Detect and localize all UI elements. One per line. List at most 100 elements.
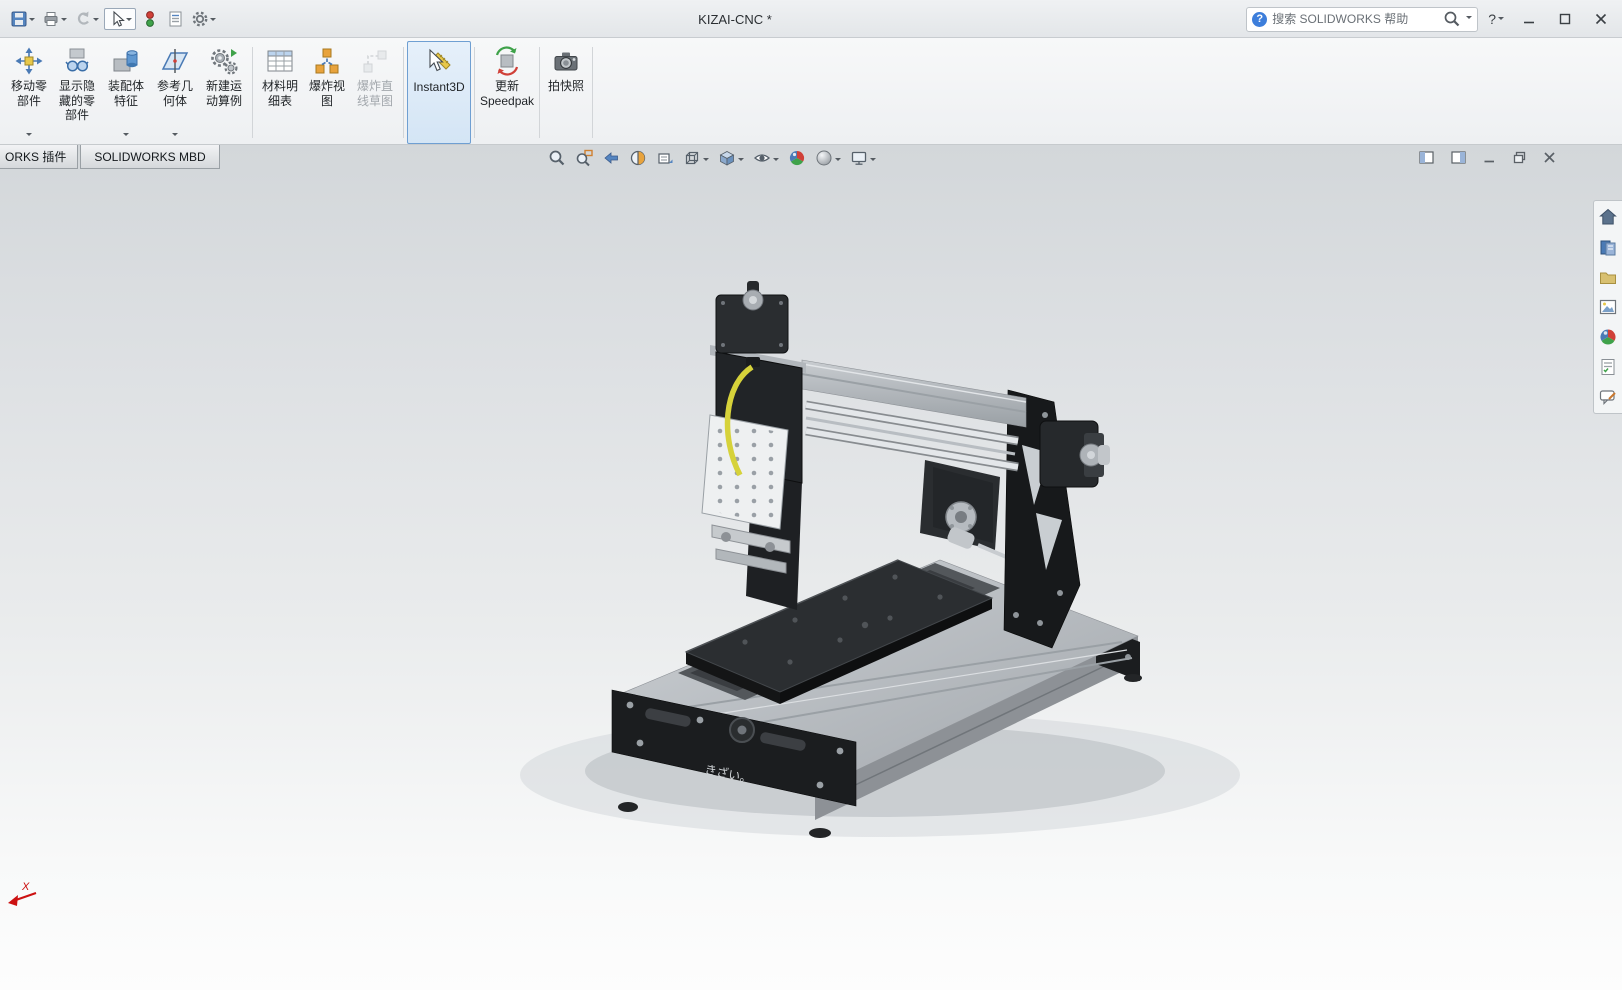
chevron-down-icon[interactable] <box>703 158 709 164</box>
ribbon-button-bill-of-materials[interactable]: 材料明细表 <box>256 41 304 144</box>
hide-show-items-button[interactable] <box>753 149 779 167</box>
tab-label: ORKS 插件 <box>5 148 66 165</box>
help-search-input[interactable] <box>1272 12 1438 26</box>
dynamic-annotation-views-button[interactable] <box>656 149 674 167</box>
ribbon-button-new-motion-study[interactable]: 新建运动算例 <box>199 41 249 144</box>
task-pane-tabs <box>1593 200 1622 414</box>
custom-properties-icon <box>1598 357 1618 377</box>
reference-triad: X <box>8 881 36 906</box>
tab-solidworks-mbd[interactable]: SOLIDWORKS MBD <box>80 145 219 169</box>
chevron-down-icon <box>210 18 216 24</box>
ribbon-separator <box>252 47 253 138</box>
chevron-down-icon <box>1498 17 1504 23</box>
select-tool-button[interactable] <box>104 8 136 30</box>
cnc-model[interactable]: きざい。 <box>520 281 1240 838</box>
axis-x-label: X <box>21 881 30 893</box>
design-library-icon <box>1598 237 1618 257</box>
machine-foot <box>809 828 831 838</box>
chevron-down-icon[interactable] <box>123 133 129 139</box>
minimize-button[interactable] <box>1514 5 1544 33</box>
chevron-down-icon[interactable] <box>1466 16 1472 22</box>
window-title: KIZAI-CNC * <box>698 0 772 38</box>
help-button[interactable]: ? <box>1484 11 1508 27</box>
taskpane-appearances-button[interactable] <box>1597 326 1619 348</box>
taskpane-file-explorer-button[interactable] <box>1597 266 1619 288</box>
ribbon-separator <box>592 47 593 138</box>
taskpane-custom-properties-button[interactable] <box>1597 356 1619 378</box>
pane-left-icon[interactable] <box>1419 151 1434 164</box>
taskpane-view-palette-button[interactable] <box>1597 296 1619 318</box>
save-button[interactable] <box>8 8 37 30</box>
chevron-down-icon[interactable] <box>835 158 841 164</box>
close-button[interactable] <box>1586 5 1616 33</box>
ribbon-button-label: 材料明细表 <box>259 79 301 108</box>
ribbon-button-label: 更新 Speedpak <box>480 79 534 108</box>
ribbon-button-update-speedpak[interactable]: 更新 Speedpak <box>478 41 536 144</box>
graphics-viewport[interactable]: ORKS 插件 SOLIDWORKS MBD <box>0 145 1622 990</box>
search-icon[interactable] <box>1443 10 1461 28</box>
apply-scene-icon <box>815 149 833 167</box>
chevron-down-icon[interactable] <box>26 133 32 139</box>
x-coupling <box>1098 445 1110 465</box>
section-view-button[interactable] <box>629 149 647 167</box>
ribbon-button-show-hidden-components[interactable]: 显示隐藏的零部件 <box>53 41 101 144</box>
tab-solidworks-addins[interactable]: ORKS 插件 <box>0 145 78 169</box>
ribbon-button-explode-line-sketch: 爆炸直线草图 <box>350 41 400 144</box>
pane-right-icon[interactable] <box>1451 151 1466 164</box>
chevron-down-icon[interactable] <box>172 133 178 139</box>
chevron-down-icon[interactable] <box>870 158 876 164</box>
view-palette-icon <box>1598 297 1618 317</box>
maximize-button[interactable] <box>1550 5 1580 33</box>
apply-scene-button[interactable] <box>815 149 841 167</box>
view-orientation-button[interactable] <box>683 149 709 167</box>
selection-filter-button[interactable] <box>139 8 161 30</box>
display-style-icon <box>718 149 736 167</box>
exploded-view-icon <box>312 46 342 76</box>
titlebar-right: ? ? <box>1246 0 1616 38</box>
view-settings-monitor-icon <box>850 149 868 167</box>
display-style-button[interactable] <box>718 149 744 167</box>
ribbon-separator <box>474 47 475 138</box>
taskpane-design-library-button[interactable] <box>1597 236 1619 258</box>
view-settings-button[interactable] <box>850 149 876 167</box>
section-view-icon <box>629 149 647 167</box>
command-manager-tabs: ORKS 插件 SOLIDWORKS MBD <box>0 145 220 169</box>
ribbon-button-label: 装配体特征 <box>105 79 147 108</box>
options-button[interactable] <box>189 8 218 30</box>
document-properties-button[interactable] <box>164 8 186 30</box>
ribbon-button-label: 移动零部件 <box>8 79 50 108</box>
undo-icon <box>74 10 92 28</box>
reference-geometry-icon <box>160 46 190 76</box>
taskpane-forum-button[interactable] <box>1597 386 1619 408</box>
ribbon-button-instant3d[interactable]: Instant3D <box>407 41 471 144</box>
ribbon-button-reference-geometry[interactable]: 参考几何体 <box>151 41 199 144</box>
help-search-box[interactable]: ? <box>1246 7 1478 32</box>
show-hidden-components-icon <box>62 46 92 76</box>
doc-close-icon[interactable] <box>1543 151 1556 164</box>
ribbon-button-move-component[interactable]: 移动零部件 <box>5 41 53 144</box>
previous-view-button[interactable] <box>602 149 620 167</box>
taskpane-home-button[interactable] <box>1597 206 1619 228</box>
document-window-controls <box>1419 151 1556 164</box>
undo-button[interactable] <box>72 8 101 30</box>
assembly-features-icon <box>111 46 141 76</box>
ribbon-button-label: 新建运动算例 <box>203 79 245 108</box>
ribbon-button-take-snapshot[interactable]: 拍快照 <box>543 41 589 144</box>
ribbon-button-assembly-features[interactable]: 装配体特征 <box>101 41 151 144</box>
ribbon-button-label: 拍快照 <box>545 79 587 94</box>
maximize-icon <box>1559 13 1571 25</box>
ribbon-button-exploded-view[interactable]: 爆炸视图 <box>304 41 350 144</box>
model-canvas[interactable]: きざい。 <box>0 145 1622 990</box>
chevron-down-icon[interactable] <box>773 158 779 164</box>
zoom-to-area-button[interactable] <box>575 149 593 167</box>
ribbon-button-label: 参考几何体 <box>154 79 196 108</box>
zoom-to-fit-button[interactable] <box>548 149 566 167</box>
forum-icon <box>1598 387 1618 407</box>
bill-of-materials-icon <box>265 46 295 76</box>
doc-minimize-icon[interactable] <box>1483 151 1496 164</box>
chevron-down-icon[interactable] <box>738 158 744 164</box>
ribbon-button-label: 爆炸视图 <box>306 79 348 108</box>
print-button[interactable] <box>40 8 69 30</box>
doc-restore-icon[interactable] <box>1513 151 1526 164</box>
edit-appearance-button[interactable] <box>788 149 806 167</box>
